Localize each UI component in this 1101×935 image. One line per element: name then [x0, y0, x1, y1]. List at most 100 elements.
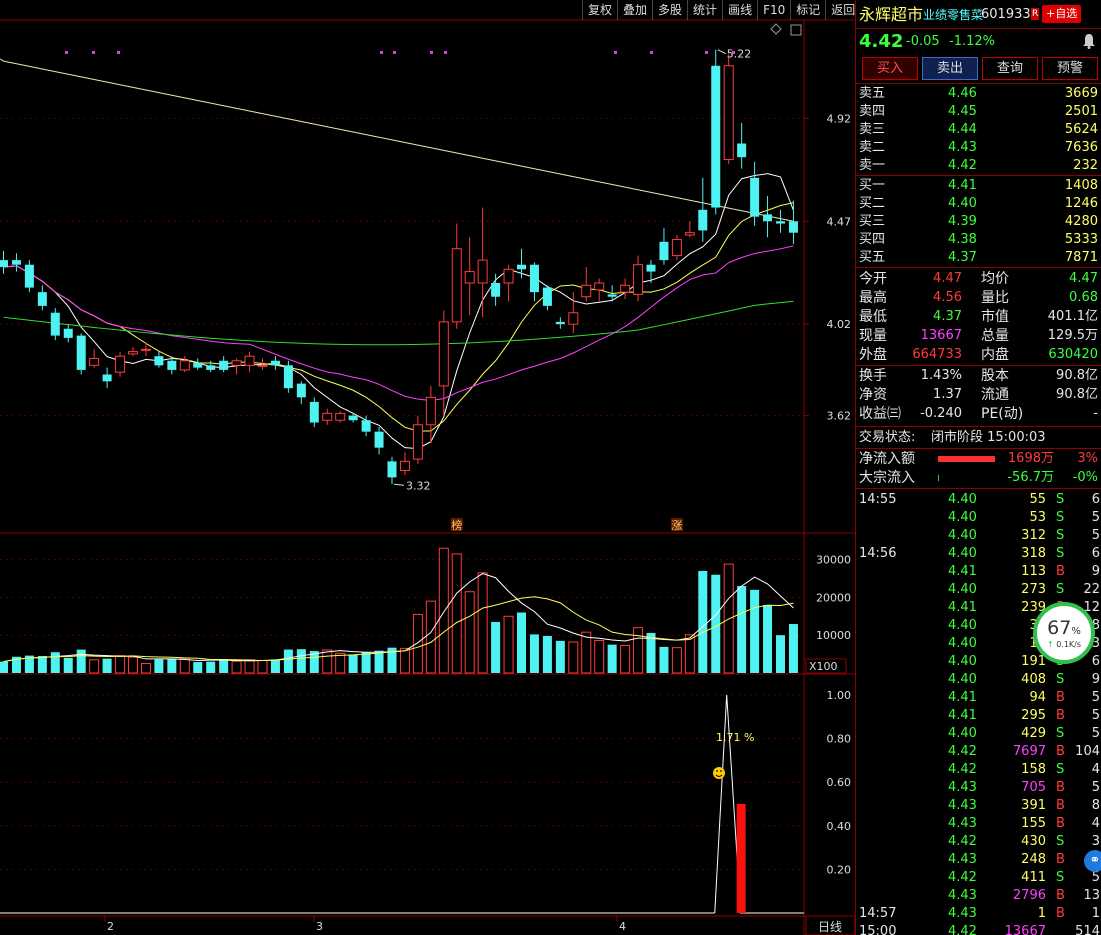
bell-icon[interactable]: [1082, 33, 1096, 57]
ask-price: 4.43: [948, 140, 977, 155]
top-toolbar: 复权 叠加 多股 统计 画线 F10 标记 返回: [582, 0, 860, 20]
sell-button[interactable]: 卖出: [922, 57, 978, 80]
tick-price: 4.40: [948, 618, 977, 633]
price-axis-label: 3.62: [827, 410, 852, 423]
volume-bar-up: [633, 627, 644, 674]
alert-button[interactable]: 预警: [1042, 57, 1098, 80]
volume-bar-up: [503, 615, 514, 674]
tick-row: 4.43 155 B 4: [856, 815, 1101, 833]
volume-bar-down: [788, 624, 798, 673]
candle-body-down: [167, 360, 177, 370]
ask-row[interactable]: 卖二 4.43 7636: [856, 139, 1101, 157]
signal-dot: [650, 51, 653, 54]
tick-count: 4: [1091, 762, 1100, 777]
tick-price: 4.40: [948, 654, 977, 669]
tick-side: S: [1056, 870, 1065, 885]
volume-bar-down: [555, 640, 565, 673]
ask-level-label: 卖二: [859, 140, 886, 155]
tick-price: 4.40: [948, 510, 977, 525]
ask-row[interactable]: 卖三 4.44 5624: [856, 121, 1101, 139]
smiley-eye: [720, 770, 722, 772]
tick-count: 5: [1091, 780, 1100, 795]
tick-price: 4.41: [948, 708, 977, 723]
tick-volume: 94: [1029, 690, 1046, 705]
bid-row[interactable]: 买四 4.38 5333: [856, 231, 1101, 249]
speed-gauge[interactable]: 67% ↑ 0.1K/s: [1033, 602, 1095, 664]
toolbar-button-draw[interactable]: 画线: [722, 0, 757, 20]
query-button[interactable]: 查询: [982, 57, 1038, 80]
volume-bar-up: [128, 656, 138, 674]
stat-label: PE(动): [981, 406, 1024, 422]
stat-label: 净资: [859, 387, 887, 403]
bid-row[interactable]: 买三 4.39 4280: [856, 213, 1101, 231]
volume-axis-label: 20000: [816, 591, 851, 604]
toolbar-button-f10[interactable]: F10: [757, 0, 790, 20]
volume-bar-down: [219, 659, 229, 673]
kline-chart[interactable]: 4.92 4.47 4.02 3.62 30000 20000 10000 X100 1.00 0…: [0, 0, 855, 935]
tick-volume: 318: [1021, 546, 1046, 561]
ask-row[interactable]: 卖五 4.46 3669: [856, 85, 1101, 103]
buy-button[interactable]: 买入: [862, 57, 918, 80]
stat-label: 均价: [981, 271, 1009, 287]
toolbar-button-fuquan[interactable]: 复权: [582, 0, 617, 20]
bid-row[interactable]: 买五 4.37 7871: [856, 249, 1101, 267]
candle-body-down: [11, 260, 21, 265]
tick-price: 4.40: [948, 546, 977, 561]
candle-body-down: [50, 312, 60, 336]
stat-label: 外盘: [859, 347, 887, 363]
tick-row: 4.41 295 B 5: [856, 707, 1101, 725]
candle-body-down: [555, 321, 565, 325]
ask-row[interactable]: 卖一 4.42 232: [856, 157, 1101, 175]
volume-bar-up: [399, 647, 410, 674]
tick-price: 4.41: [948, 690, 977, 705]
volume-bar-down: [737, 586, 747, 673]
stat-value: 664733: [912, 347, 962, 362]
link-icon[interactable]: ⚭: [1084, 850, 1101, 872]
candle-body-up: [179, 360, 190, 371]
chart-area[interactable]: 4.92 4.47 4.02 3.62 30000 20000 10000 X100 1.00 0…: [0, 0, 855, 935]
tick-side: B: [1056, 690, 1065, 705]
tick-row: 4.40 429 S 5: [856, 725, 1101, 743]
volume-bar-down: [711, 574, 721, 673]
stat-value: 13667: [920, 328, 962, 343]
toolbar-button-overlay[interactable]: 叠加: [617, 0, 652, 20]
candle-body-up: [115, 355, 126, 373]
candle-body-up: [257, 364, 268, 367]
volume-bar-down: [529, 634, 539, 673]
stat-label: 量比: [981, 290, 1009, 306]
candle-body-up: [335, 412, 346, 421]
volume-bar-down: [374, 650, 384, 673]
tick-price: 4.40: [948, 636, 977, 651]
bid-row[interactable]: 买二 4.40 1246: [856, 195, 1101, 213]
bid-volume: 1408: [1064, 178, 1098, 193]
stat-row: 最高 4.56 量比 0.68: [856, 289, 1101, 307]
ask-level-label: 卖五: [859, 86, 886, 101]
tick-side: S: [1056, 726, 1065, 741]
toolbar-button-statistics[interactable]: 统计: [687, 0, 722, 20]
flow-label: 净流入额: [859, 451, 915, 467]
toolbar-button-multi-stock[interactable]: 多股: [652, 0, 687, 20]
volume-bar-down: [517, 612, 526, 673]
toolbar-button-mark[interactable]: 标记: [790, 0, 825, 20]
x-axis-label: 2: [107, 920, 114, 933]
tick-volume: 55: [1029, 492, 1046, 507]
indicator-value-label: 1.71 %: [716, 731, 754, 744]
volume-bar-down: [698, 570, 708, 673]
add-watchlist-button[interactable]: +自选: [1042, 5, 1082, 23]
stat-row: 今开 4.47 均价 4.47: [856, 270, 1101, 288]
tick-volume: 1: [1037, 906, 1046, 921]
volume-bar-up: [464, 591, 475, 674]
tick-price: 4.42: [948, 762, 977, 777]
tick-side: B: [1056, 798, 1065, 813]
volume-bar-up: [438, 547, 449, 674]
tick-count: 5: [1091, 726, 1100, 741]
flow-bar: [938, 456, 995, 462]
bid-row[interactable]: 买一 4.41 1408: [856, 177, 1101, 195]
tick-volume: 53: [1029, 510, 1046, 525]
candle-body-up: [633, 264, 644, 295]
high-pointer: [717, 49, 726, 55]
tick-volume: 411: [1021, 870, 1046, 885]
ask-row[interactable]: 卖四 4.45 2501: [856, 103, 1101, 121]
stock-sector[interactable]: 业绩零售菜: [923, 4, 983, 26]
smiley-icon: [713, 767, 725, 779]
